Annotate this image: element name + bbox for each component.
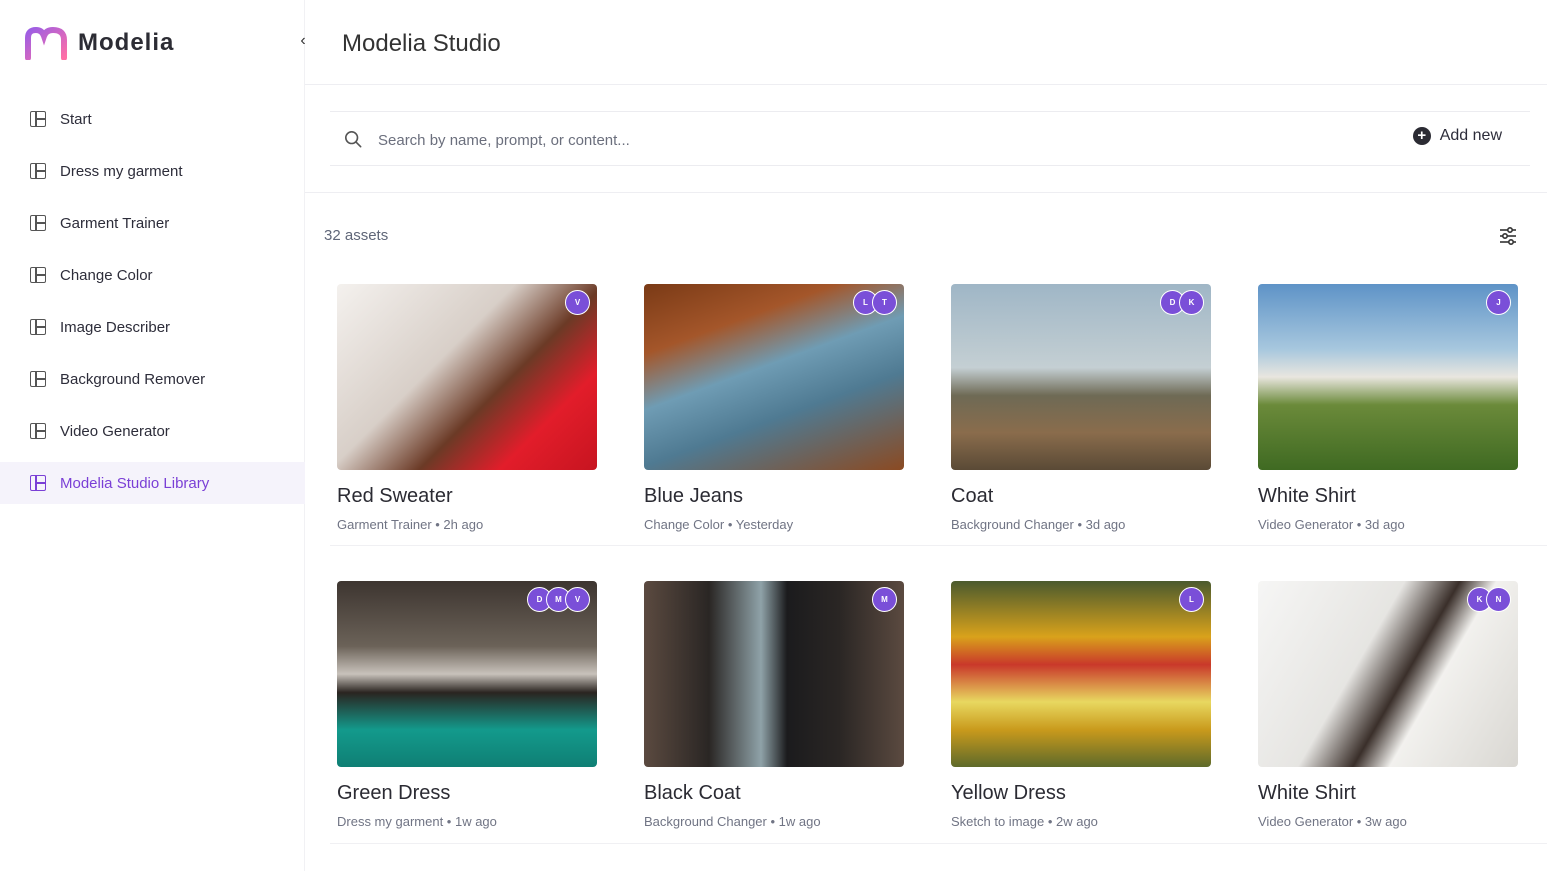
avatar: L bbox=[1179, 587, 1204, 612]
collaborator-avatars: L bbox=[1179, 587, 1204, 612]
sidebar-nav: Start Dress my garment Garment Trainer C… bbox=[0, 98, 305, 514]
layout-icon bbox=[30, 371, 46, 387]
divider bbox=[305, 192, 1547, 193]
add-new-label: Add new bbox=[1439, 127, 1502, 144]
sidebar-item-change-color[interactable]: Change Color bbox=[0, 254, 305, 296]
asset-thumbnail: LT bbox=[644, 284, 904, 470]
collaborator-avatars: LT bbox=[853, 290, 897, 315]
collaborator-avatars: M bbox=[872, 587, 897, 612]
sidebar-item-label: Dress my garment bbox=[60, 162, 183, 180]
asset-meta: Change Color • Yesterday bbox=[644, 517, 794, 532]
asset-meta: Video Generator • 3d ago bbox=[1258, 517, 1405, 532]
avatar: N bbox=[1486, 587, 1511, 612]
asset-card[interactable]: LT Blue Jeans Change Color • Yesterday bbox=[644, 284, 904, 532]
row-divider bbox=[330, 843, 1547, 844]
sidebar-item-start[interactable]: Start bbox=[0, 98, 305, 140]
asset-card[interactable]: DK Coat Background Changer • 3d ago bbox=[951, 284, 1211, 532]
filter-sliders-icon[interactable] bbox=[1498, 226, 1518, 246]
asset-title: White Shirt bbox=[1258, 485, 1356, 507]
sidebar-item-label: Change Color bbox=[60, 266, 153, 284]
sidebar-item-video-generator[interactable]: Video Generator bbox=[0, 410, 305, 452]
search-bar: + Add new bbox=[330, 111, 1530, 166]
avatar: V bbox=[565, 587, 590, 612]
asset-title: Blue Jeans bbox=[644, 485, 743, 507]
row-divider bbox=[330, 545, 1547, 546]
avatar: V bbox=[565, 290, 590, 315]
brand-name: Modelia bbox=[78, 29, 175, 56]
sidebar-item-label: Video Generator bbox=[60, 422, 170, 440]
asset-card[interactable]: KN White Shirt Video Generator • 3w ago bbox=[1258, 581, 1518, 829]
collaborator-avatars: DMV bbox=[527, 587, 590, 612]
asset-card[interactable]: DMV Green Dress Dress my garment • 1w ag… bbox=[337, 581, 597, 829]
add-new-button[interactable]: + Add new bbox=[1412, 127, 1502, 145]
asset-title: White Shirt bbox=[1258, 782, 1356, 804]
sidebar-item-image-describer[interactable]: Image Describer bbox=[0, 306, 305, 348]
asset-meta: Video Generator • 3w ago bbox=[1258, 814, 1407, 829]
collaborator-avatars: DK bbox=[1160, 290, 1204, 315]
sidebar-item-dress-my-garment[interactable]: Dress my garment bbox=[0, 150, 305, 192]
collaborator-avatars: V bbox=[565, 290, 590, 315]
layout-icon bbox=[30, 319, 46, 335]
sidebar-item-modelia-studio-library[interactable]: Modelia Studio Library bbox=[0, 462, 305, 504]
asset-title: Red Sweater bbox=[337, 485, 453, 507]
asset-meta: Dress my garment • 1w ago bbox=[337, 814, 497, 829]
plus-circle-icon: + bbox=[1412, 127, 1431, 145]
avatar: M bbox=[872, 587, 897, 612]
avatar: T bbox=[872, 290, 897, 315]
asset-title: Coat bbox=[951, 485, 994, 507]
layout-icon bbox=[30, 163, 46, 179]
asset-title: Black Coat bbox=[644, 782, 741, 804]
collaborator-avatars: J bbox=[1486, 290, 1511, 315]
asset-title: Green Dress bbox=[337, 782, 451, 804]
layout-icon bbox=[30, 215, 46, 231]
brand[interactable]: Modelia bbox=[24, 26, 174, 60]
asset-card[interactable]: L Yellow Dress Sketch to image • 2w ago bbox=[951, 581, 1211, 829]
asset-card[interactable]: J White Shirt Video Generator • 3d ago bbox=[1258, 284, 1518, 532]
modelia-logo-icon bbox=[25, 26, 67, 60]
layout-icon bbox=[30, 423, 46, 439]
topbar: Modelia Studio bbox=[305, 0, 1547, 85]
asset-thumbnail: DMV bbox=[337, 581, 597, 767]
sidebar: Modelia ‹ Start Dress my garment Garment… bbox=[0, 0, 306, 871]
asset-card[interactable]: M Black Coat Background Changer • 1w ago bbox=[644, 581, 904, 829]
asset-thumbnail: V bbox=[337, 284, 597, 470]
asset-thumbnail: KN bbox=[1258, 581, 1518, 767]
avatar: J bbox=[1486, 290, 1511, 315]
asset-meta: Sketch to image • 2w ago bbox=[951, 814, 1098, 829]
search-icon bbox=[344, 130, 362, 148]
layout-icon bbox=[30, 111, 46, 127]
avatar: K bbox=[1179, 290, 1204, 315]
sidebar-item-background-remover[interactable]: Background Remover bbox=[0, 358, 305, 400]
asset-count: 32 assets bbox=[324, 227, 389, 244]
page-title: Modelia Studio bbox=[342, 30, 501, 57]
asset-card[interactable]: V Red Sweater Garment Trainer • 2h ago bbox=[337, 284, 597, 532]
asset-meta: Background Changer • 1w ago bbox=[644, 814, 821, 829]
app-window: Modelia ‹ Start Dress my garment Garment… bbox=[0, 0, 1547, 871]
sidebar-item-label: Background Remover bbox=[60, 370, 206, 388]
sidebar-item-label: Start bbox=[60, 110, 92, 128]
asset-meta: Background Changer • 3d ago bbox=[951, 517, 1126, 532]
asset-thumbnail: DK bbox=[951, 284, 1211, 470]
sidebar-item-garment-trainer[interactable]: Garment Trainer bbox=[0, 202, 305, 244]
sidebar-item-label: Garment Trainer bbox=[60, 214, 170, 232]
sidebar-item-label: Modelia Studio Library bbox=[60, 474, 210, 492]
asset-thumbnail: J bbox=[1258, 284, 1518, 470]
collaborator-avatars: KN bbox=[1467, 587, 1511, 612]
layout-icon bbox=[30, 475, 46, 491]
sidebar-item-label: Image Describer bbox=[60, 318, 171, 336]
asset-thumbnail: L bbox=[951, 581, 1211, 767]
asset-meta: Garment Trainer • 2h ago bbox=[337, 517, 484, 532]
layout-icon bbox=[30, 267, 46, 283]
asset-title: Yellow Dress bbox=[951, 782, 1066, 804]
asset-thumbnail: M bbox=[644, 581, 904, 767]
search-input[interactable] bbox=[378, 129, 1278, 151]
